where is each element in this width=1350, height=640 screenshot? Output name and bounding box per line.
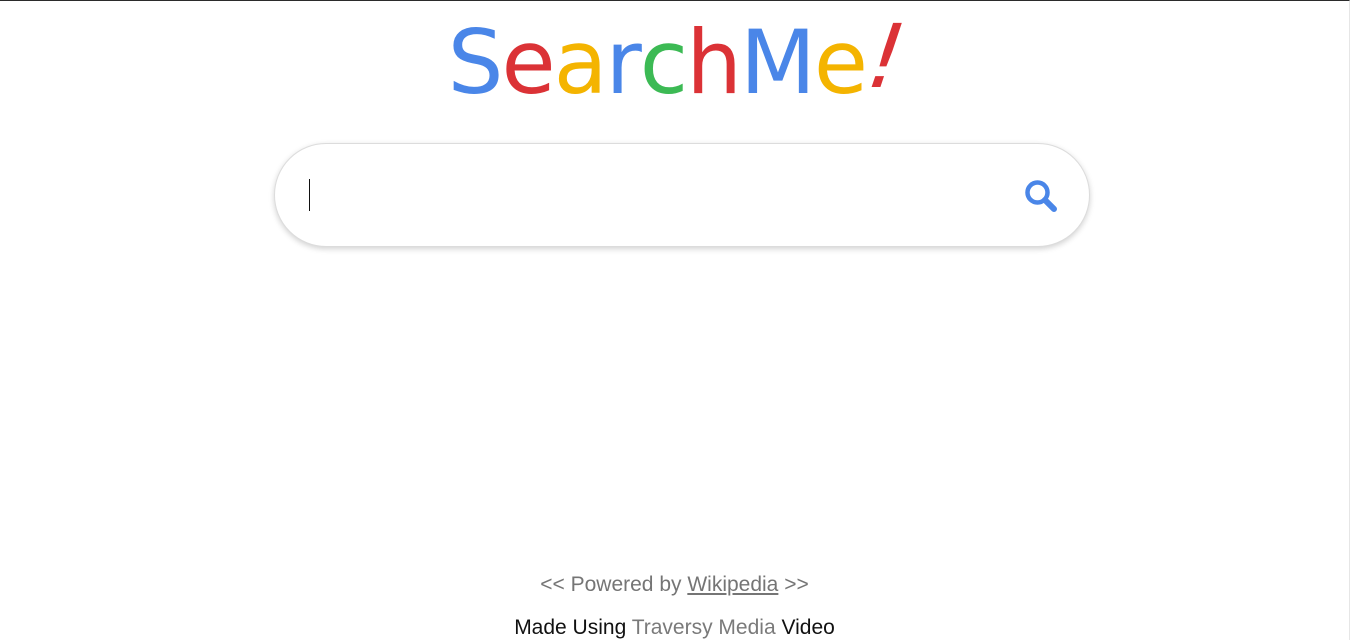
powered-by-line: << Powered by Wikipedia >> <box>0 572 1349 598</box>
search-page: SearchMe! << Powered by Wikipedia >> Mad… <box>0 0 1350 640</box>
search-icon <box>1021 176 1061 216</box>
made-prefix: Made Using <box>514 616 632 639</box>
powered-suffix: >> <box>778 573 809 596</box>
powered-prefix: << Powered by <box>540 573 688 596</box>
logo-letter: h <box>686 11 742 114</box>
search-button[interactable] <box>1021 176 1061 216</box>
site-logo: SearchMe! <box>0 5 1349 114</box>
logo-letter: r <box>605 11 642 114</box>
logo-letter: e <box>813 11 868 114</box>
logo-letter: e <box>501 11 556 114</box>
traversy-media-link[interactable]: Traversy Media <box>632 616 776 639</box>
made-suffix: Video <box>775 616 835 639</box>
logo-letter: c <box>639 11 688 114</box>
logo-exclamation: ! <box>861 5 910 108</box>
text-caret <box>309 179 310 211</box>
search-input[interactable] <box>307 172 987 220</box>
logo-letter: S <box>447 11 504 114</box>
search-bar <box>274 143 1090 247</box>
logo-letter: M <box>739 11 816 114</box>
logo-letter: a <box>553 11 608 114</box>
wikipedia-link[interactable]: Wikipedia <box>687 573 778 596</box>
credits-line: Made Using Traversy Media Video <box>0 615 1349 640</box>
